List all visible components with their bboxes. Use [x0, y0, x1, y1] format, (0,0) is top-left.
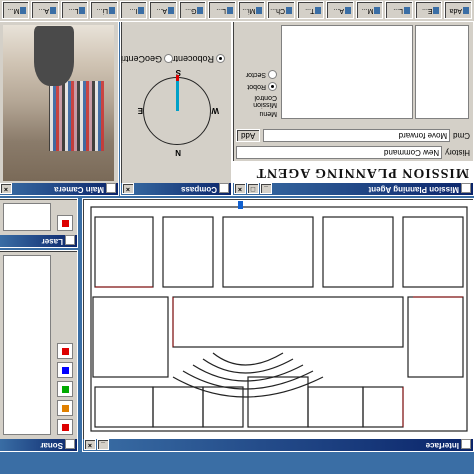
radio-geocentric[interactable]: GeoCentric	[120, 54, 173, 64]
map-window: Interface _ ×	[82, 198, 474, 452]
camera-title: Main Camera	[54, 185, 104, 194]
compass-needle	[176, 79, 179, 111]
laser-window: Laser	[0, 198, 78, 248]
close-button[interactable]: ×	[234, 183, 246, 194]
taskbar-item[interactable]: Ada	[444, 1, 472, 19]
taskbar-item[interactable]: G...	[179, 1, 207, 19]
radio-sector-label: Sector	[245, 71, 266, 78]
camera-view	[3, 25, 114, 181]
sonar-window: Sonar	[0, 250, 78, 452]
maximize-button[interactable]: □	[247, 183, 259, 194]
taskbar-item[interactable]: A...	[31, 1, 59, 19]
compass-west: W	[211, 106, 219, 115]
radio-robot-label: Robot	[247, 83, 266, 90]
radio-sector[interactable]: Sector	[237, 70, 277, 79]
camera-bookshelf	[49, 81, 104, 151]
laser-title: Laser	[41, 237, 63, 246]
taskbar-item[interactable]: Mi...	[238, 1, 266, 19]
compass-title: Compass	[180, 185, 217, 194]
compass-needle-tip	[176, 75, 179, 81]
taskbar-item[interactable]: I...	[120, 1, 148, 19]
sonar-icons	[57, 343, 73, 435]
sonar-view	[3, 255, 51, 435]
taskbar-item[interactable]: A...	[149, 1, 177, 19]
robot-icon[interactable]	[57, 215, 73, 231]
add-button[interactable]: Add	[236, 129, 261, 142]
app-icon	[65, 235, 75, 245]
main-camera-window: Main Camera ×	[0, 20, 119, 196]
compass-window: Compass × N S E W Robocentric GeoCentric	[120, 20, 232, 196]
taskbar-item[interactable]: Li...	[90, 1, 118, 19]
taskbar-item[interactable]: M...	[356, 1, 384, 19]
close-button[interactable]: ×	[0, 183, 12, 194]
history-row: History New Command	[233, 144, 473, 161]
sensor-icon[interactable]	[57, 400, 73, 416]
app-icon	[461, 439, 471, 449]
radio-dot[interactable]	[164, 54, 173, 64]
history-list[interactable]	[415, 25, 469, 119]
camera-titlebar[interactable]: Main Camera ×	[0, 183, 118, 195]
radio-robocentric[interactable]: Robocentric	[166, 54, 225, 64]
radio-robot[interactable]: Robot	[237, 82, 277, 91]
map-title: Interface	[425, 441, 459, 450]
compass-east: E	[137, 106, 143, 115]
laser-icons	[57, 215, 73, 231]
taskbar-item[interactable]: L...	[208, 1, 236, 19]
robocentric-label: Robocentric	[165, 54, 214, 64]
history-label: History	[445, 148, 470, 157]
close-button[interactable]: ×	[84, 439, 96, 450]
mission-planning-window: Mission Planning Agent _ □ × MISSION PLANN…	[232, 20, 474, 196]
laser-view	[3, 203, 51, 231]
mission-side-panel: Menu Mission Control Robot Sector	[235, 23, 279, 119]
camera-person	[34, 26, 74, 86]
command-list[interactable]	[281, 25, 413, 119]
sonar-titlebar[interactable]: Sonar	[0, 439, 77, 451]
taskbar-item[interactable]: L...	[61, 1, 89, 19]
app-icon	[106, 183, 116, 193]
compass-titlebar[interactable]: Compass ×	[121, 183, 231, 195]
taskbar-item[interactable]: A...	[326, 1, 354, 19]
close-button[interactable]: ×	[122, 183, 134, 194]
new-command-field[interactable]: New Command	[236, 146, 443, 159]
command-row: Cmd Move forward Add	[233, 127, 473, 144]
sensor-icon[interactable]	[57, 381, 73, 397]
sensor-icon[interactable]	[57, 343, 73, 359]
sensor-icon[interactable]	[57, 362, 73, 378]
app-icon	[219, 183, 229, 193]
robot-icon[interactable]	[57, 419, 73, 435]
desktop-screen: Mission Planning Agent _ □ × MISSION PLANN…	[0, 0, 474, 474]
command-label: Cmd	[453, 131, 470, 140]
taskbar-item[interactable]: Ch...	[267, 1, 295, 19]
mission-control-label: Mission Control	[253, 94, 277, 108]
taskbar-item[interactable]: E...	[415, 1, 443, 19]
taskbar-item[interactable]: M...	[2, 1, 30, 19]
mission-title: Mission Planning Agent	[368, 185, 459, 194]
mission-titlebar[interactable]: Mission Planning Agent _ □ ×	[233, 183, 473, 195]
radio-dot[interactable]	[268, 82, 277, 91]
command-input[interactable]: Move forward	[263, 129, 451, 142]
taskbar-item[interactable]: T...	[297, 1, 325, 19]
compass-north: N	[175, 148, 181, 157]
app-icon	[461, 183, 471, 193]
taskbar-item[interactable]: L...	[385, 1, 413, 19]
app-icon	[65, 439, 75, 449]
geocentric-label: GeoCentric	[120, 54, 162, 64]
toolbar: Ada E... L... M... A... T... Ch... Mi... L... G..…	[0, 0, 474, 22]
radio-dot[interactable]	[216, 54, 225, 64]
floorplan-map[interactable]	[85, 201, 473, 437]
mission-header: MISSION PLANNING AGENT	[233, 161, 473, 183]
sonar-title: Sonar	[40, 441, 63, 450]
robot-marker	[238, 201, 243, 209]
map-titlebar[interactable]: Interface _ ×	[83, 439, 473, 451]
minimize-button[interactable]: _	[260, 183, 272, 194]
laser-titlebar[interactable]: Laser	[0, 235, 77, 247]
minimize-button[interactable]: _	[97, 439, 109, 450]
menu-label: Menu	[259, 110, 277, 117]
radio-dot[interactable]	[268, 70, 277, 79]
